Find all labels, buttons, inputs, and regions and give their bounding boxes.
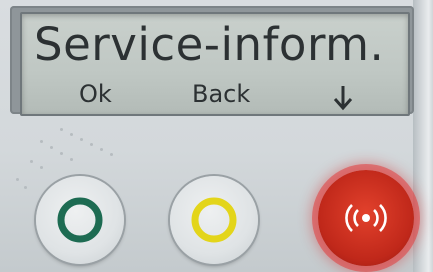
green-button[interactable]: [36, 176, 124, 264]
circle-icon: [57, 197, 103, 243]
display-title: Service-inform.: [34, 18, 385, 71]
yellow-button[interactable]: [170, 176, 258, 264]
device-panel: Service-inform. Ok Back: [0, 0, 433, 272]
nfc-icon: [345, 204, 387, 232]
arrow-down-icon[interactable]: [332, 84, 354, 112]
panel-edge: [413, 0, 433, 272]
softkey-back-label[interactable]: Back: [192, 80, 250, 108]
softkey-ok-label[interactable]: Ok: [79, 80, 112, 108]
nfc-button[interactable]: [318, 170, 414, 266]
lcd-display: Service-inform. Ok Back: [20, 12, 410, 116]
circle-icon: [191, 197, 237, 243]
